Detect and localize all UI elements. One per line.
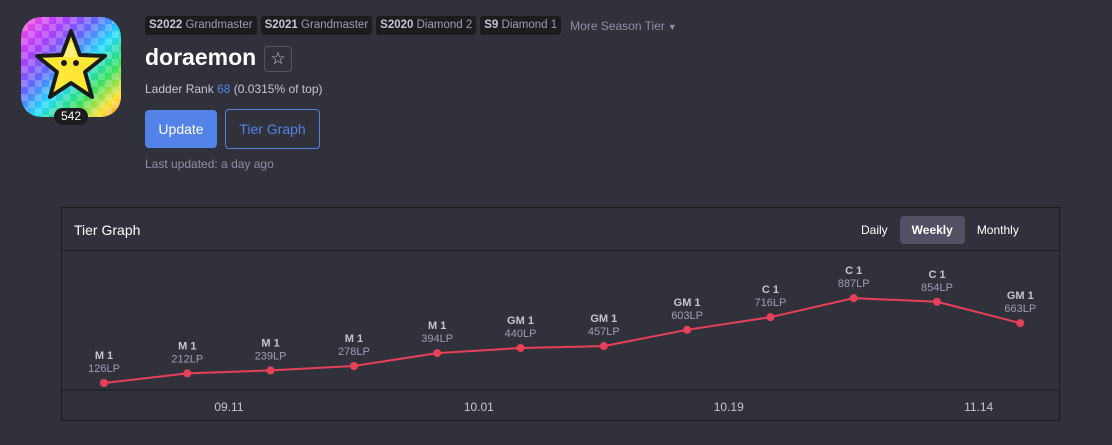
data-label-lp: 887LP: [838, 278, 870, 290]
season-tag: S2021 Grandmaster: [260, 16, 373, 35]
data-point: [266, 366, 275, 375]
tab-weekly[interactable]: Weekly: [899, 216, 965, 244]
data-label-tier: GM 1: [674, 297, 701, 309]
avatar-star-icon: [35, 29, 107, 99]
data-point: [349, 362, 358, 371]
more-season-tier-button[interactable]: More Season Tier ▼: [570, 19, 677, 33]
tier-line-chart: M 1126LPM 1212LPM 1239LPM 1278LPM 1394LP…: [62, 265, 1059, 414]
data-point: [683, 325, 692, 334]
data-label-lp: 278LP: [338, 346, 370, 358]
x-tick-label: 10.01: [464, 400, 494, 414]
data-point: [599, 342, 608, 351]
data-label-lp: 603LP: [671, 310, 703, 322]
ladder-label: Ladder Rank: [145, 82, 214, 96]
last-updated: Last updated: a day ago: [145, 157, 274, 171]
season-tag: S2022 Grandmaster: [145, 16, 257, 35]
level-badge: 542: [54, 108, 88, 125]
season-tag: S2020 Diamond 2: [376, 16, 477, 35]
tier-graph-panel: Tier Graph Daily Weekly Monthly M 1 126LP…: [61, 207, 1060, 421]
ladder-rank-link[interactable]: 68: [217, 82, 230, 96]
data-label-lp: 212LP: [171, 353, 203, 365]
data-label-tier: M 1: [95, 350, 113, 362]
data-point: [766, 313, 775, 322]
data-label-tier: M 1: [261, 337, 279, 349]
data-label-tier: C 1: [762, 284, 779, 296]
chevron-down-icon: ▼: [667, 21, 677, 32]
data-label-lp: 126LP: [88, 363, 120, 375]
more-season-label: More Season Tier: [570, 18, 665, 33]
tier-graph-button[interactable]: Tier Graph: [225, 109, 320, 149]
season-tag: S9 Diamond 1: [480, 16, 562, 35]
data-label-tier: M 1: [178, 340, 196, 352]
data-label-tier: GM 1: [590, 313, 617, 325]
x-tick-label: 10.19: [714, 400, 744, 414]
data-point: [849, 294, 858, 303]
panel-title: Tier Graph: [74, 222, 141, 238]
series-line: [103, 297, 1021, 384]
data-point: [100, 379, 108, 387]
favorite-button[interactable]: ☆: [264, 46, 292, 72]
data-label-lp: 716LP: [754, 297, 786, 309]
tab-daily[interactable]: Daily: [849, 216, 900, 244]
data-point: [1016, 319, 1025, 328]
data-label-tier: M 1: [345, 333, 363, 345]
data-label-lp: 239LP: [255, 350, 287, 362]
season-tiers: S2022 Grandmaster S2021 Grandmaster S202…: [145, 16, 677, 35]
period-tabs: Daily Weekly Monthly: [849, 216, 1031, 244]
ladder-rank: Ladder Rank 68 (0.0315% of top): [145, 82, 323, 96]
avatar: [21, 17, 121, 117]
data-label-tier: M 1: [428, 320, 446, 332]
data-label-lp: 854LP: [921, 282, 953, 294]
data-label-tier: C 1: [845, 265, 862, 277]
tab-monthly[interactable]: Monthly: [965, 216, 1031, 244]
data-label-lp: 457LP: [588, 326, 620, 338]
update-button[interactable]: Update: [145, 110, 217, 148]
x-tick-label: 11.14: [964, 400, 993, 414]
data-point: [516, 343, 525, 352]
profile-icon: 542: [21, 17, 121, 125]
data-point: [433, 349, 442, 358]
summoner-name: doraemon: [145, 44, 257, 70]
data-label-tier: GM 1: [507, 315, 534, 327]
data-label-lp: 394LP: [421, 333, 453, 345]
data-point: [183, 369, 192, 378]
star-icon: ☆: [270, 49, 286, 68]
data-label-lp: 440LP: [505, 328, 537, 340]
data-label-tier: C 1: [928, 269, 945, 281]
data-point: [933, 297, 941, 306]
data-label-lp: 663LP: [1004, 303, 1036, 315]
ladder-percent: (0.0315% of top): [233, 82, 323, 96]
data-label-tier: GM 1: [1007, 290, 1034, 302]
x-tick-label: 09.11: [214, 400, 243, 414]
